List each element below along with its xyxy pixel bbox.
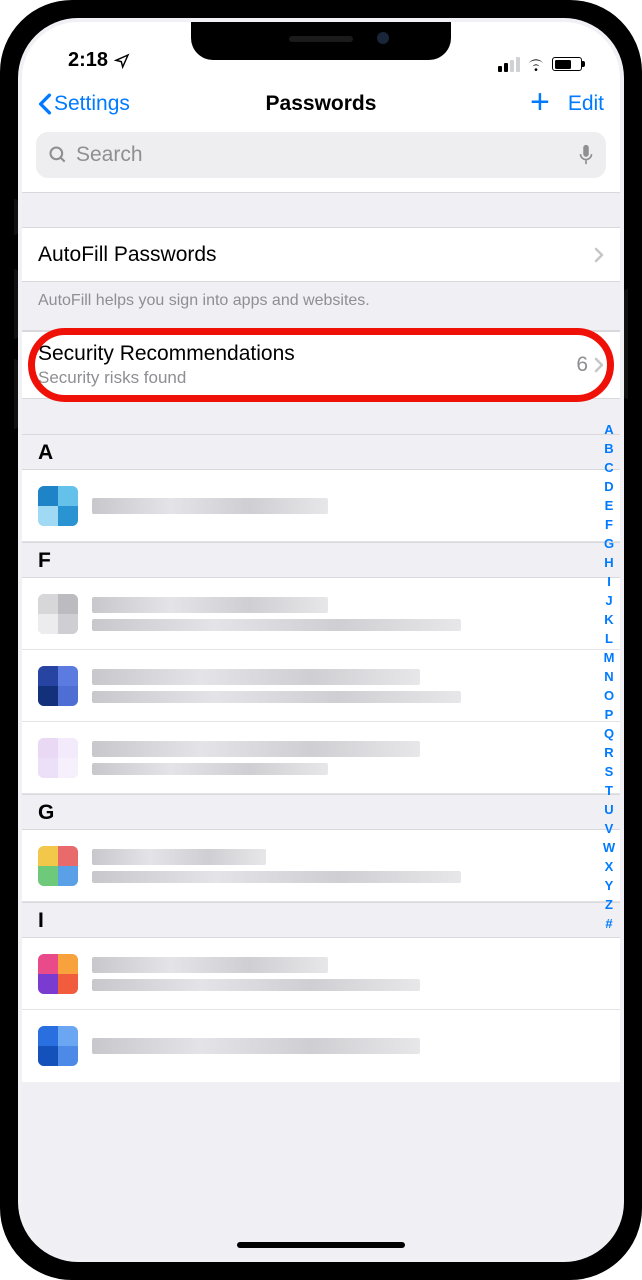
site-favicon [38,1026,78,1066]
battery-icon [552,57,582,71]
site-favicon [38,666,78,706]
autofill-note: AutoFill helps you sign into apps and we… [22,282,620,331]
phone-frame: 2:18 Settings Passwords + Edit [0,0,642,1280]
list-item[interactable] [22,1010,620,1082]
list-item[interactable] [22,722,620,794]
site-favicon [38,738,78,778]
chevron-left-icon [38,93,52,115]
section-header: F [22,542,620,578]
section-header: G [22,794,620,830]
wifi-icon [526,56,546,72]
site-favicon [38,486,78,526]
search-input[interactable]: Search [36,132,606,178]
site-favicon [38,954,78,994]
home-indicator[interactable] [237,1242,405,1248]
back-label: Settings [54,92,130,116]
redacted-text [92,1038,604,1054]
cellular-icon [498,57,520,72]
autofill-label: AutoFill Passwords [38,243,594,267]
password-list[interactable]: A F [22,435,620,1082]
search-placeholder: Search [76,143,570,167]
notch [191,22,451,60]
security-count: 6 [576,353,588,377]
autofill-passwords-row[interactable]: AutoFill Passwords [22,228,620,282]
section-header: A [22,435,620,470]
security-recommendations-row[interactable]: Security Recommendations Security risks … [22,331,620,399]
screen: 2:18 Settings Passwords + Edit [22,22,620,1258]
edit-button[interactable]: Edit [568,92,604,116]
status-time: 2:18 [68,49,108,72]
list-item[interactable] [22,470,620,542]
redacted-text [92,957,604,991]
security-subtitle: Security risks found [38,368,576,388]
list-item[interactable] [22,650,620,722]
mic-icon[interactable] [578,144,594,166]
power-button [624,289,630,399]
back-button[interactable]: Settings [38,92,130,116]
section-header: I [22,902,620,938]
security-title: Security Recommendations [38,342,576,366]
redacted-text [92,741,604,775]
list-item[interactable] [22,578,620,650]
redacted-text [92,498,604,514]
navigation-bar: Settings Passwords + Edit [22,78,620,130]
redacted-text [92,669,604,703]
spacer [22,399,620,435]
search-icon [48,145,68,165]
site-favicon [38,594,78,634]
chevron-right-icon [594,357,604,373]
location-icon [114,53,130,69]
redacted-text [92,597,604,631]
site-favicon [38,846,78,886]
list-item[interactable] [22,938,620,1010]
list-item[interactable] [22,830,620,902]
spacer [22,192,620,228]
search-container: Search [22,130,620,192]
redacted-text [92,849,604,883]
alpha-index[interactable]: A B C D E F G H I J K L M N O P Q R S T [600,420,618,933]
chevron-right-icon [594,247,604,263]
